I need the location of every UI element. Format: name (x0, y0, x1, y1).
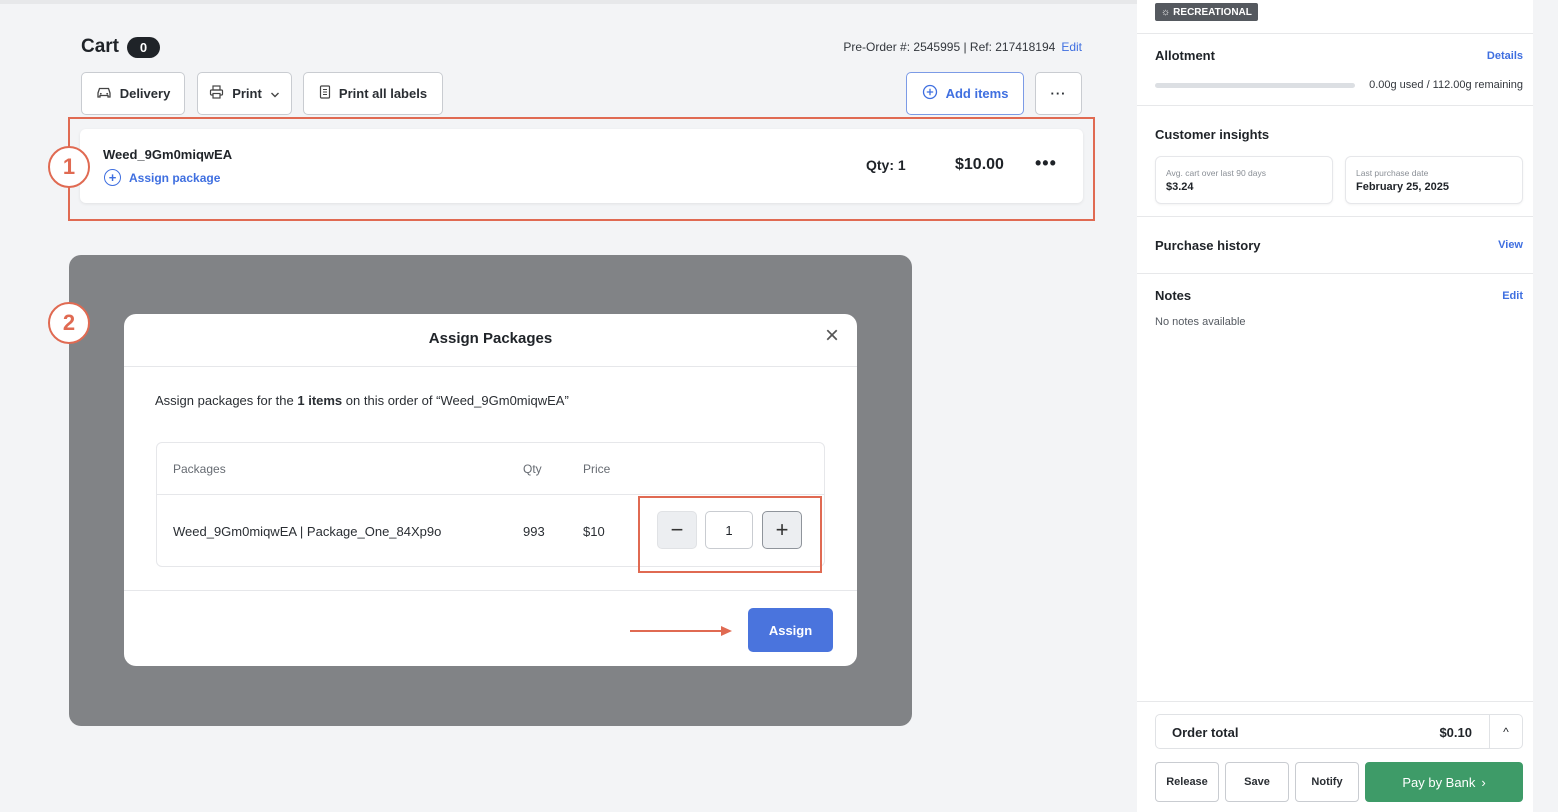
divider (1137, 273, 1533, 274)
modal-description: Assign packages for the 1 items on this … (155, 393, 569, 408)
purchase-history-view-link[interactable]: View (1498, 239, 1523, 251)
main-area: Cart 0 Pre-Order #: 2545995 | Ref: 21741… (0, 0, 1137, 812)
col-header-qty: Qty (523, 462, 542, 476)
decrement-button[interactable]: − (657, 511, 697, 549)
customer-sidebar: ☼ RECREATIONAL Allotment Details 0.00g u… (1137, 0, 1533, 812)
item-qty: Qty: 1 (866, 157, 906, 173)
last-purchase-label: Last purchase date (1356, 168, 1429, 178)
divider (1137, 33, 1533, 34)
modal-footer-divider (124, 590, 857, 591)
add-items-label: Add items (945, 86, 1009, 101)
chevron-up-icon[interactable]: ^ (1489, 715, 1522, 748)
pay-by-bank-button[interactable]: Pay by Bank › (1365, 762, 1523, 802)
item-name: Weed_9Gm0miqwEA (103, 147, 233, 162)
allotment-usage: 0.00g used / 112.00g remaining (1369, 79, 1523, 91)
assign-package-label: Assign package (129, 170, 221, 185)
save-button[interactable]: Save (1225, 762, 1289, 802)
assign-package-link[interactable]: + Assign package (104, 169, 220, 186)
print-all-labels-button[interactable]: Print all labels (303, 72, 443, 115)
step-marker-1: 1 (48, 146, 90, 188)
package-qty: 993 (523, 524, 545, 539)
purchase-history-title: Purchase history (1155, 238, 1261, 253)
release-button[interactable]: Release (1155, 762, 1219, 802)
order-total-value: $0.10 (1439, 725, 1472, 740)
delivery-button[interactable]: Delivery (81, 72, 185, 115)
divider (1137, 105, 1533, 106)
delivery-label: Delivery (119, 86, 171, 101)
car-icon (96, 85, 112, 102)
avg-cart-label: Avg. cart over last 90 days (1166, 168, 1267, 178)
top-strip (0, 0, 1137, 4)
order-total-label: Order total (1172, 725, 1239, 740)
order-total-box: Order total $0.10 ^ (1155, 714, 1523, 749)
recreational-label: RECREATIONAL (1173, 6, 1252, 18)
assign-button[interactable]: Assign (748, 608, 833, 652)
cart-title-text: Cart (81, 36, 120, 57)
sun-icon: ☼ (1161, 6, 1171, 18)
cart-item-card: Weed_9Gm0miqwEA + Assign package Qty: 1 … (80, 129, 1083, 203)
chevron-right-icon: › (1481, 774, 1486, 790)
document-icon (319, 85, 331, 102)
modal-desc-prefix: Assign packages for the (155, 393, 298, 408)
page-edge (1533, 0, 1558, 812)
recreational-badge: ☼ RECREATIONAL (1155, 3, 1258, 21)
insight-card-last-purchase: Last purchase date February 25, 2025 (1345, 156, 1523, 204)
more-options-button[interactable]: ··· (1035, 72, 1082, 115)
printer-icon (209, 85, 224, 102)
plus-circle-icon (922, 84, 938, 103)
close-icon[interactable]: × (825, 324, 839, 348)
plus-circle-icon: + (104, 169, 121, 186)
package-price: $10 (583, 524, 605, 539)
print-all-label: Print all labels (338, 86, 428, 101)
allotment-details-link[interactable]: Details (1487, 50, 1523, 62)
notify-button[interactable]: Notify (1295, 762, 1359, 802)
print-button[interactable]: Print (197, 72, 292, 115)
step-marker-2: 2 (48, 302, 90, 344)
modal-divider (124, 366, 857, 367)
modal-desc-count: 1 items (297, 393, 343, 408)
item-menu-button[interactable]: ••• (1035, 153, 1057, 174)
modal-desc-suffix: on this order of “Weed_9Gm0miqwEA” (342, 393, 569, 408)
modal-title: Assign Packages (428, 330, 553, 347)
edit-order-link[interactable]: Edit (1061, 40, 1082, 54)
notes-edit-link[interactable]: Edit (1502, 290, 1523, 302)
cart-title: Cart 0 (81, 36, 161, 58)
print-label: Print (232, 86, 262, 101)
increment-button[interactable]: + (762, 511, 802, 549)
notes-empty-text: No notes available (1155, 316, 1246, 328)
divider (1137, 216, 1533, 217)
quantity-input[interactable]: 1 (705, 511, 753, 549)
col-header-price: Price (583, 462, 611, 476)
col-header-packages: Packages (173, 462, 226, 476)
allotment-title: Allotment (1155, 48, 1215, 63)
pay-by-bank-label: Pay by Bank (1402, 774, 1476, 790)
avg-cart-value: $3.24 (1166, 181, 1194, 193)
annotation-arrow (630, 626, 732, 636)
chevron-down-icon (270, 86, 280, 102)
notes-title: Notes (1155, 288, 1192, 303)
insights-title: Customer insights (1155, 127, 1270, 142)
add-items-button[interactable]: Add items (906, 72, 1024, 115)
table-divider (157, 494, 824, 495)
order-meta: Pre-Order #: 2545995 | Ref: 217418194 Ed… (843, 40, 1082, 54)
insight-card-avg-cart: Avg. cart over last 90 days $3.24 (1155, 156, 1333, 204)
last-purchase-value: February 25, 2025 (1356, 181, 1449, 193)
divider (1137, 701, 1533, 702)
cart-count-badge: 0 (127, 36, 161, 58)
item-price: $10.00 (955, 156, 1004, 173)
package-name: Weed_9Gm0miqwEA | Package_One_84Xp9o (173, 524, 442, 539)
pre-order-ref: Pre-Order #: 2545995 | Ref: 217418194 (843, 40, 1056, 54)
allotment-progress-bar (1155, 83, 1355, 88)
